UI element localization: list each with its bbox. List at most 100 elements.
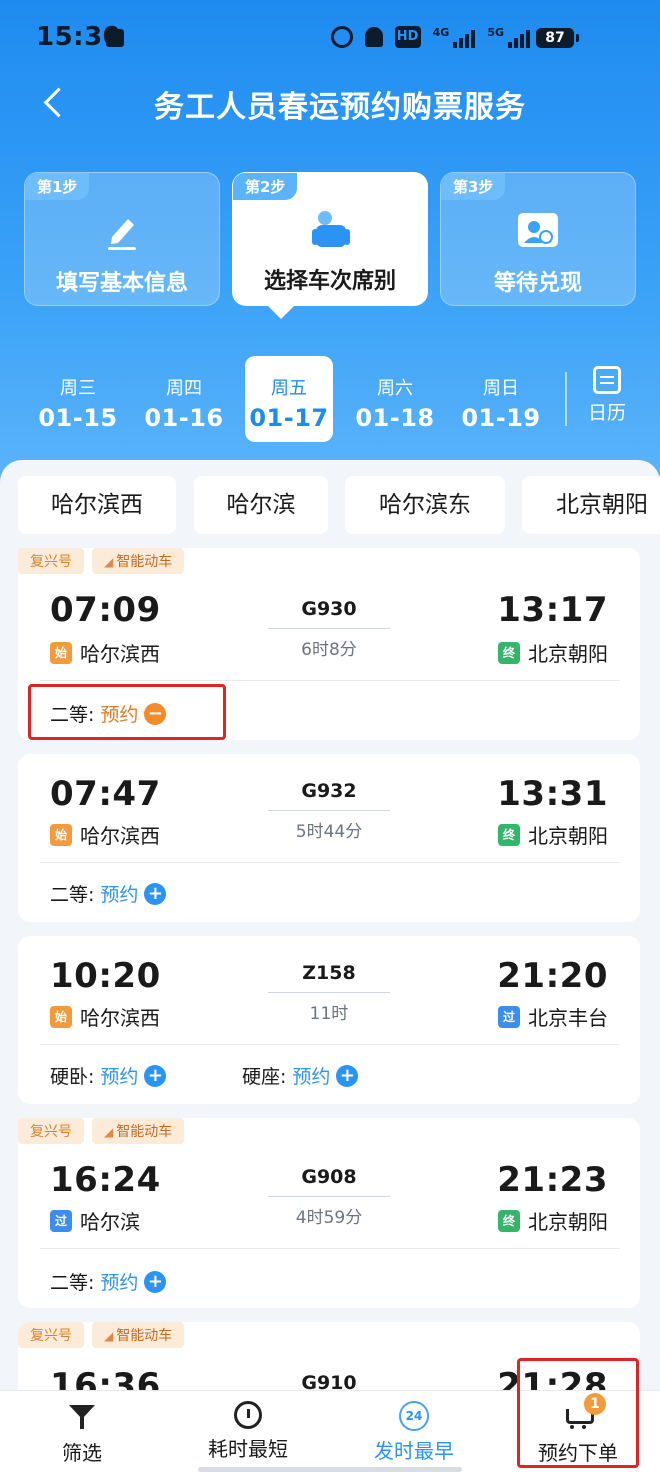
departure-station-name: 哈尔滨西 — [80, 642, 160, 666]
pencil-icon — [108, 219, 136, 250]
date-tab-0119[interactable]: 周日 01-19 — [457, 356, 545, 442]
alarm-icon — [330, 26, 353, 48]
train-number: G932 — [301, 780, 357, 802]
arrival-station-name: 北京丰台 — [528, 1006, 608, 1030]
divider — [565, 372, 567, 426]
duration: 4时59分 — [295, 1208, 363, 1228]
seat-type: 硬卧: — [50, 1066, 95, 1088]
route-line — [268, 628, 390, 629]
seat-icon — [312, 211, 350, 247]
date-tab-0117[interactable]: 周五 01-17 — [245, 356, 333, 442]
step-2-tag: 第2步 — [233, 173, 298, 200]
train-info: Z158 11时 — [268, 962, 390, 1024]
sort-shortest-duration-button[interactable]: 耗时最短 — [196, 1391, 300, 1462]
sort-earliest-departure-button[interactable]: 24 发时最早 — [362, 1391, 466, 1464]
pass-badge: 过 — [498, 1005, 520, 1028]
departure-time: 07:09 — [50, 590, 161, 630]
departure-station-name: 哈尔滨西 — [80, 1006, 160, 1030]
filter-icon — [66, 1401, 98, 1433]
train-info: G932 5时44分 — [268, 780, 390, 842]
seat-option-hard-seat[interactable]: 硬座: 预约 + — [242, 1062, 359, 1089]
signal-5g-icon: 5G — [487, 26, 530, 48]
smart-emu-tag: 智能动车 — [92, 1118, 185, 1144]
departure-time: 10:20 — [50, 956, 161, 996]
mute-bell-icon — [364, 27, 383, 47]
calendar-button[interactable]: 日历 — [578, 366, 636, 428]
step-1-label: 填写基本信息 — [55, 271, 188, 296]
screen-record-icon — [106, 29, 124, 47]
hd-icon: HD — [394, 26, 421, 48]
arrival-time: 13:17 — [497, 590, 608, 630]
highlight-box — [28, 684, 226, 740]
date-value: 01-19 — [461, 404, 541, 432]
date-tab-0115[interactable]: 周三 01-15 — [34, 356, 122, 442]
book-label: 预约 — [292, 1066, 331, 1088]
station-filter-chip[interactable]: 北京朝阳 — [522, 476, 660, 534]
train-info: G930 6时8分 — [268, 598, 390, 660]
departure-station: 始 哈尔滨西 — [50, 1002, 160, 1031]
station-filter-chip[interactable]: 哈尔滨西 — [18, 476, 176, 534]
24h-icon: 24 — [399, 1401, 429, 1431]
status-icons: HD 4G 5G — [330, 26, 530, 48]
divider — [40, 862, 620, 863]
seat-option-second-class[interactable]: 二等: 预约 + — [50, 1268, 167, 1295]
arrival-time: 21:23 — [497, 1160, 608, 1200]
start-badge: 始 — [50, 641, 72, 664]
filter-button[interactable]: 筛选 — [40, 1391, 124, 1466]
end-badge: 终 — [498, 641, 520, 664]
step-3-label: 等待兑现 — [493, 271, 582, 296]
step-2: 第2步 选择车次席别 — [232, 172, 428, 319]
step-1-tag: 第1步 — [25, 173, 90, 200]
departure-station-name: 哈尔滨西 — [80, 824, 160, 848]
station-filter-chip[interactable]: 哈尔滨东 — [345, 476, 505, 534]
train-tags: 复兴号 智能动车 — [18, 548, 185, 574]
departure-station: 始 哈尔滨西 — [50, 638, 160, 667]
train-tags: 复兴号 智能动车 — [18, 1118, 185, 1144]
train-card-g908[interactable]: 复兴号 智能动车 16:24 过 哈尔滨 G908 4时59分 21:23 终 … — [18, 1118, 640, 1308]
plus-circle-icon: + — [144, 1064, 167, 1087]
route-line — [268, 992, 390, 993]
departure-station: 始 哈尔滨西 — [50, 820, 160, 849]
date-value: 01-15 — [38, 404, 118, 432]
arrival-station: 过 北京丰台 — [498, 1002, 608, 1031]
train-number: Z158 — [302, 962, 356, 984]
book-label: 预约 — [100, 1066, 139, 1088]
departure-station: 过 哈尔滨 — [50, 1206, 140, 1235]
arrival-station: 终 北京朝阳 — [498, 1206, 608, 1235]
pass-badge: 过 — [50, 1209, 72, 1232]
status-bar: 15:30 HD 4G 5G 87 — [0, 0, 660, 76]
step-1: 第1步 填写基本信息 — [24, 172, 220, 306]
train-card-g932[interactable]: 07:47 始 哈尔滨西 G932 5时44分 13:31 终 北京朝阳 二等:… — [18, 754, 640, 922]
arrival-time: 21:20 — [497, 956, 608, 996]
departure-station-name: 哈尔滨 — [80, 1210, 140, 1234]
divider — [40, 680, 620, 681]
date-weekday: 周日 — [483, 378, 519, 399]
battery-icon: 87 — [536, 28, 579, 48]
date-weekday: 周五 — [271, 378, 307, 399]
signal-4g-icon: 4G — [433, 26, 476, 48]
date-value: 01-18 — [355, 404, 435, 432]
route-line — [268, 810, 390, 811]
end-badge: 终 — [498, 1209, 520, 1232]
duration: 5时44分 — [295, 822, 363, 842]
arrival-station: 终 北京朝阳 — [498, 638, 608, 667]
date-tab-0116[interactable]: 周四 01-16 — [140, 356, 228, 442]
step-3-tag: 第3步 — [441, 173, 506, 200]
date-tab-0118[interactable]: 周六 01-18 — [351, 356, 439, 442]
calendar-label: 日历 — [587, 402, 626, 424]
home-indicator — [198, 1467, 462, 1472]
date-weekday: 周六 — [377, 378, 413, 399]
station-filter-chip[interactable]: 哈尔滨 — [194, 476, 328, 534]
divider — [40, 1044, 620, 1045]
plus-circle-icon: + — [144, 1270, 167, 1293]
train-card-z158[interactable]: 10:20 始 哈尔滨西 Z158 11时 21:20 过 北京丰台 硬卧: 预… — [18, 936, 640, 1104]
arrival-station: 终 北京朝阳 — [498, 820, 608, 849]
seat-type: 硬座: — [242, 1066, 287, 1088]
filter-label: 筛选 — [62, 1441, 102, 1465]
seat-option-hard-sleeper[interactable]: 硬卧: 预约 + — [50, 1062, 167, 1089]
book-label: 预约 — [100, 884, 139, 906]
date-weekday: 周四 — [166, 378, 202, 399]
arrival-time: 13:31 — [497, 774, 608, 814]
clock-icon — [234, 1401, 262, 1429]
seat-option-second-class[interactable]: 二等: 预约 + — [50, 880, 167, 907]
